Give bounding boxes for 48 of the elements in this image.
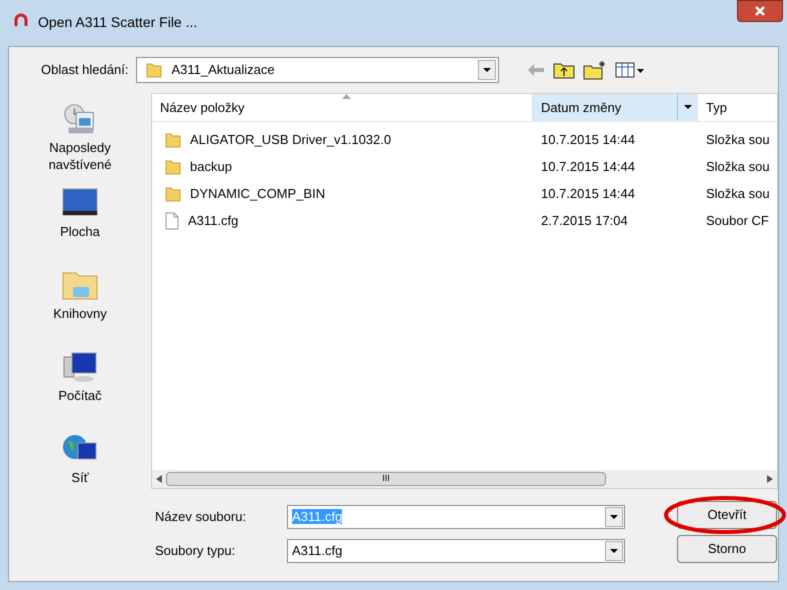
folder-icon [164, 158, 182, 176]
place-item[interactable]: Síť [30, 429, 130, 501]
file-row[interactable]: backup 10.7.2015 14:44 Složka sou [152, 153, 777, 180]
up-folder-icon[interactable] [553, 61, 576, 79]
file-name: DYNAMIC_COMP_BIN [190, 184, 326, 203]
file-row[interactable]: DYNAMIC_COMP_BIN 10.7.2015 14:44 Složka sou [152, 180, 777, 207]
dropdown-button[interactable] [605, 541, 623, 561]
field-label: Název souboru: [155, 508, 248, 526]
location-dropdown[interactable]: A311_Aktualizace [136, 57, 500, 83]
scroll-left-icon[interactable] [156, 475, 162, 483]
date-cell-text: 2.7.2015 17:04 [540, 212, 629, 230]
file-icon [164, 212, 180, 230]
place-item[interactable]: Plocha [30, 183, 130, 255]
view-menu-icon[interactable] [615, 61, 646, 79]
close-icon [755, 6, 765, 16]
dropdown-button[interactable] [478, 60, 496, 80]
location-label: Oblast hledání: [41, 61, 128, 80]
dropdown-button[interactable] [605, 507, 623, 527]
file-name: backup [190, 158, 232, 176]
date-cell-text: 10.7.2015 14:44 [540, 184, 636, 203]
sort-arrow-icon [342, 94, 351, 99]
column-header[interactable]: Datum změny [533, 94, 698, 121]
place-item[interactable]: Knihovny [30, 265, 130, 337]
file-row[interactable]: ALIGATOR_USB Driver_v1.1032.0 10.7.2015 14:44 Složka sou [152, 126, 777, 153]
file-name: ALIGATOR_USB Driver_v1.1032.0 [190, 130, 392, 149]
place-item[interactable]: Počítač [30, 347, 130, 419]
type-cell-text: Složka sou [705, 158, 771, 176]
place-item[interactable]: Naposledy navštívené [30, 101, 130, 173]
folder-icon [145, 61, 164, 79]
file-type-dropdown[interactable]: A311.cfg [287, 539, 625, 563]
type-cell-text: Složka sou [705, 130, 771, 149]
folder-icon [164, 130, 182, 148]
file-row[interactable]: A311.cfg 2.7.2015 17:04 Soubor CF [152, 207, 777, 234]
dialog-button[interactable]: Otevřít [677, 501, 777, 529]
date-cell-text: 10.7.2015 14:44 [540, 130, 636, 149]
dialog-button[interactable]: Storno [677, 535, 777, 563]
folder-icon [164, 184, 182, 202]
scroll-right-icon[interactable] [767, 475, 773, 483]
window-title: Open A311 Scatter File ... [38, 13, 198, 32]
horizontal-scrollbar[interactable]: III [152, 470, 777, 488]
type-cell-text: Složka sou [705, 184, 771, 203]
field-label: Soubory typu: [155, 542, 236, 560]
date-cell-text: 10.7.2015 14:44 [540, 158, 636, 176]
scrollbar-thumb[interactable]: III [166, 472, 606, 486]
close-button[interactable] [737, 0, 783, 22]
type-cell-text: Soubor CF [705, 212, 770, 230]
file-name: A311.cfg [188, 212, 238, 230]
new-folder-icon[interactable] [583, 60, 608, 80]
